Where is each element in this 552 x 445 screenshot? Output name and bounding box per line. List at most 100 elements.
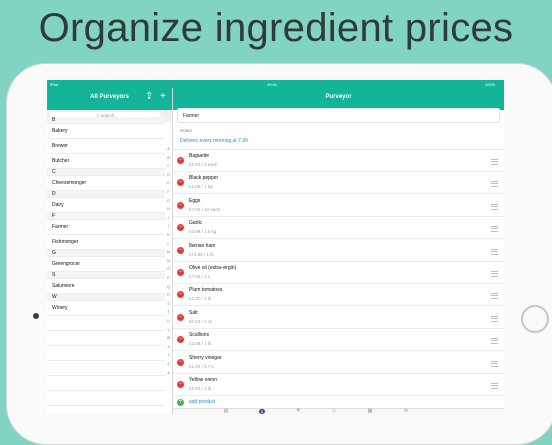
delete-icon[interactable]: − <box>177 157 184 164</box>
dollar-tab-icon[interactable]: $ <box>259 409 265 414</box>
delete-icon[interactable]: − <box>177 201 184 209</box>
purveyor-name-field[interactable]: Farmer <box>177 108 500 123</box>
product-row[interactable]: − Baguette £1.00 / 2 each <box>173 150 504 172</box>
product-row[interactable]: − Iberian ham £71.66 / 1 lb <box>173 240 504 262</box>
product-price: £2.37 / 1 lb <box>189 296 212 302</box>
right-nav-title: Purveyor <box>325 94 352 100</box>
index-letter[interactable]: J <box>165 224 172 228</box>
index-letter[interactable]: M <box>165 250 172 254</box>
delete-icon[interactable]: − <box>177 381 184 388</box>
index-letter[interactable]: E <box>165 181 172 185</box>
purveyor-row[interactable]: Salumiere <box>47 279 165 294</box>
add-product-row[interactable]: + add product <box>173 398 504 408</box>
reorder-handle-icon[interactable] <box>491 248 498 255</box>
purveyor-tab-icon[interactable]: ▤ <box>223 409 229 414</box>
product-price: £0.04 / 1 oz <box>189 318 213 324</box>
index-letter[interactable]: # <box>165 371 172 375</box>
index-letter[interactable]: U <box>165 319 172 323</box>
reorder-handle-icon[interactable] <box>491 315 498 322</box>
home-button[interactable] <box>521 305 549 333</box>
status-bar: iPad 09:41 100% <box>47 80 504 88</box>
product-row[interactable]: − Olive oil (extra-virgin) £7.00 / 1 L <box>173 262 504 284</box>
product-row[interactable]: − Plum tomatoes £2.37 / 1 lb <box>173 284 504 307</box>
delete-icon[interactable]: − <box>177 336 184 344</box>
purveyor-row[interactable]: Butcher <box>47 154 165 169</box>
product-name: Olive oil (extra-virgin) <box>189 265 237 271</box>
index-letter[interactable]: L <box>165 242 172 246</box>
reorder-handle-icon[interactable] <box>491 181 498 188</box>
purveyor-row[interactable]: Dairy <box>47 198 165 213</box>
product-row[interactable]: − Eggs £7.00 / 12 each <box>173 195 504 217</box>
index-letter[interactable]: G <box>165 199 172 203</box>
index-letter[interactable]: W <box>165 336 172 340</box>
section-header: B <box>47 117 165 124</box>
product-row[interactable]: − Garlic £0.99 / 1.5 kg <box>173 217 504 240</box>
index-letter[interactable]: C <box>165 164 172 168</box>
plus-icon[interactable]: + <box>160 92 166 102</box>
index-letter[interactable]: V <box>165 328 172 332</box>
purveyor-row[interactable]: Bakery <box>47 124 165 139</box>
delete-icon[interactable]: − <box>177 224 184 232</box>
index-letter[interactable]: R <box>165 293 172 297</box>
index-letter[interactable]: Y <box>165 353 172 357</box>
index-letter[interactable]: A <box>165 147 172 151</box>
delete-icon[interactable]: − <box>177 358 184 366</box>
index-letter[interactable]: Q <box>165 285 172 289</box>
delete-icon[interactable]: − <box>177 291 184 299</box>
index-letter[interactable]: B <box>165 156 172 160</box>
reorder-handle-icon[interactable] <box>491 293 498 300</box>
settings-tab-icon[interactable]: ⚙ <box>403 409 409 414</box>
delete-icon[interactable]: − <box>177 179 184 187</box>
index-letter[interactable]: K <box>165 233 172 237</box>
calendar-tab-icon[interactable]: ▦ <box>367 409 373 414</box>
index-letter[interactable]: X <box>165 345 172 349</box>
notes-field[interactable]: Delivers every morning at 7:30 <box>180 138 248 144</box>
delete-icon[interactable]: − <box>177 246 184 254</box>
product-name: Scallions <box>189 332 210 339</box>
product-row[interactable]: − Black pepper £1.00 / 1 kg <box>173 172 504 195</box>
delete-icon[interactable]: − <box>177 313 184 321</box>
add-product-button[interactable]: add product <box>189 399 215 405</box>
purveyor-row[interactable]: Brewer <box>47 139 165 154</box>
product-row[interactable]: − Sherry vinegar £1.00 / 0.7 L <box>173 352 504 374</box>
index-letter[interactable]: Z <box>165 362 172 366</box>
box-tab-icon[interactable]: ◇ <box>331 409 337 414</box>
empty-row <box>47 361 165 376</box>
index-letter[interactable]: H <box>165 207 172 211</box>
purveyor-row[interactable]: Cheesemonger <box>47 176 165 191</box>
reorder-handle-icon[interactable] <box>491 203 498 210</box>
product-row[interactable]: − Yellow onion £1.00 / 1 lb <box>173 374 504 396</box>
product-row[interactable]: − Scallions £2.68 / 1 lb <box>173 329 504 352</box>
flask-tab-icon[interactable]: ⚗ <box>295 409 301 414</box>
reorder-handle-icon[interactable] <box>491 271 498 277</box>
product-name: Plum tomatoes <box>189 287 223 294</box>
reorder-handle-icon[interactable] <box>491 360 498 367</box>
index-letter[interactable]: I <box>165 216 172 220</box>
share-icon[interactable]: ⇪ <box>145 92 153 102</box>
product-row[interactable]: − Salt £0.04 / 1 oz <box>173 307 504 329</box>
index-letter[interactable]: S <box>165 302 172 306</box>
delete-icon[interactable]: − <box>177 269 184 276</box>
reorder-handle-icon[interactable] <box>491 226 498 233</box>
index-letter[interactable]: P <box>165 276 172 280</box>
product-price: £1.00 / 1 lb <box>189 386 212 391</box>
section-header-label: C <box>52 169 56 175</box>
reorder-handle-icon[interactable] <box>491 383 498 389</box>
index-letter[interactable]: T <box>165 310 172 314</box>
reorder-handle-icon[interactable] <box>491 159 498 165</box>
index-letter[interactable]: O <box>165 267 172 271</box>
product-price: £7.00 / 12 each <box>189 206 221 212</box>
section-header-label: B <box>52 117 56 123</box>
index-letter[interactable]: D <box>165 173 172 177</box>
product-name: Yellow onion <box>189 377 217 383</box>
tab-bar: ▤ $ ⚗ ◇ ▦ ⚙ <box>173 408 504 414</box>
purveyor-row[interactable]: Winery <box>47 301 165 316</box>
purveyor-row[interactable]: Farmer <box>47 220 165 235</box>
index-letter[interactable]: F <box>165 190 172 194</box>
add-icon: + <box>177 399 184 406</box>
section-header: W <box>47 294 165 301</box>
index-letter[interactable]: N <box>165 259 172 263</box>
purveyor-row[interactable]: Fishmonger <box>47 235 165 250</box>
reorder-handle-icon[interactable] <box>491 338 498 345</box>
purveyor-row[interactable]: Greengrocer <box>47 257 165 272</box>
